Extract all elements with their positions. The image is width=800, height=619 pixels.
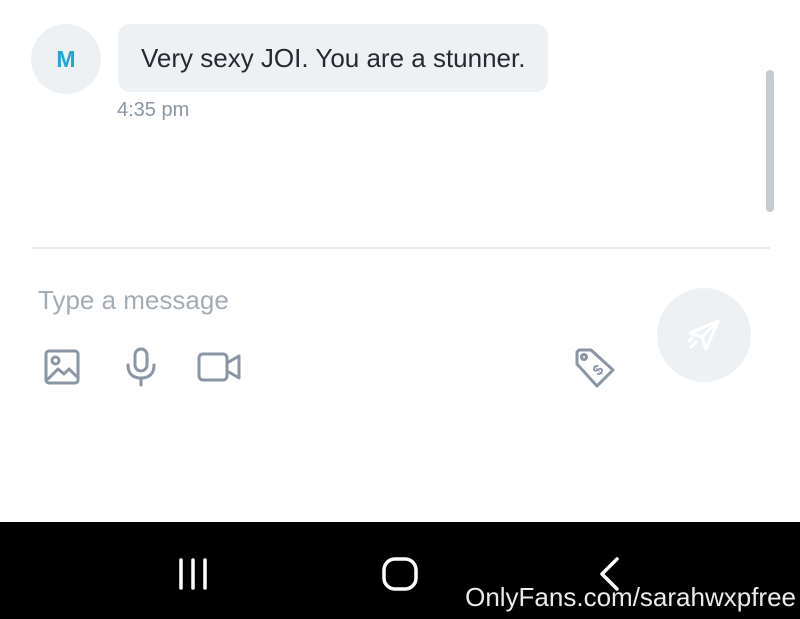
sender-avatar[interactable]: M bbox=[31, 24, 101, 94]
chat-thread: M Very sexy JOI. You are a stunner. 4:35… bbox=[0, 0, 800, 248]
message-timestamp: 4:35 pm bbox=[117, 99, 190, 121]
avatar-initial: M bbox=[56, 45, 76, 72]
message-bubble[interactable]: Very sexy JOI. You are a stunner. bbox=[118, 24, 549, 92]
microphone-icon[interactable] bbox=[118, 344, 164, 390]
message-composer: $ bbox=[0, 249, 800, 522]
send-button[interactable] bbox=[657, 288, 751, 382]
video-camera-icon[interactable] bbox=[196, 344, 242, 390]
watermark-text: OnlyFans.com/sarahwxpfree bbox=[465, 582, 796, 612]
message-text: Very sexy JOI. You are a stunner. bbox=[141, 42, 526, 73]
send-icon bbox=[687, 319, 720, 351]
image-icon[interactable] bbox=[39, 344, 85, 390]
system-navigation-bar: OnlyFans.com/sarahwxpfree bbox=[0, 522, 800, 619]
home-icon[interactable] bbox=[370, 552, 430, 596]
price-tag-icon[interactable]: $ bbox=[572, 345, 618, 391]
scrollbar[interactable] bbox=[766, 70, 774, 212]
recent-apps-icon[interactable] bbox=[163, 552, 223, 596]
message-input[interactable] bbox=[38, 279, 628, 321]
